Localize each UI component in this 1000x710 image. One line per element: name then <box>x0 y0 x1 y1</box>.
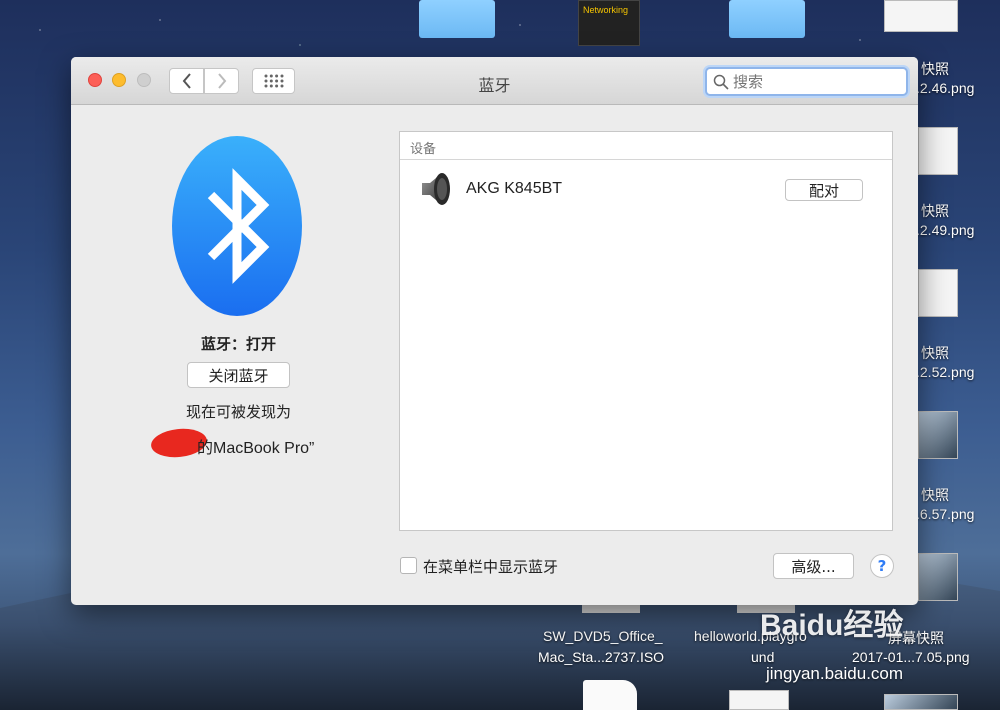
desktop-file-label: .6.57.png <box>916 506 975 522</box>
pair-button[interactable]: 配对 <box>785 179 863 201</box>
discoverable-label: 现在可被发现为 <box>185 403 291 421</box>
desktop-screenshot-thumbnail[interactable] <box>918 127 958 175</box>
desktop-screenshot-thumbnail[interactable] <box>884 694 958 710</box>
desktop-screenshot-thumbnail[interactable] <box>729 690 789 710</box>
desktop-book-icon[interactable]: Networking <box>578 0 640 46</box>
desktop-file-label: Mac_Sta...2737.ISO <box>538 649 665 665</box>
desktop-folder-icon[interactable] <box>419 0 495 38</box>
bluetooth-status-label: 蓝牙：打开 <box>200 335 276 353</box>
desktop-screenshot-thumbnail[interactable] <box>918 269 958 317</box>
device-row[interactable]: AKG K845BT 配对 <box>400 170 892 210</box>
search-input[interactable] <box>733 72 903 91</box>
desktop-screenshot-thumbnail[interactable] <box>918 553 958 601</box>
show-in-menubar-checkbox[interactable] <box>400 557 417 574</box>
bluetooth-logo-icon <box>172 136 302 316</box>
search-icon <box>713 74 729 90</box>
desktop-file-label: und <box>751 649 775 665</box>
desktop-file-label: 快照 <box>921 345 949 361</box>
desktop-file-label: 快照 <box>921 487 949 503</box>
desktop-file-label: .2.46.png <box>916 80 975 96</box>
speaker-icon <box>422 173 450 205</box>
baidu-watermark: Baidu经验 <box>760 609 904 642</box>
search-field[interactable] <box>705 67 908 96</box>
desktop-file-label: .2.49.png <box>916 222 975 238</box>
advanced-button[interactable]: 高级... <box>773 553 854 579</box>
computer-name-label: 的MacBook Pro” <box>197 440 315 457</box>
bluetooth-preferences-window: 蓝牙 蓝牙：打开 关闭蓝牙 现在可被发现为 的MacBook Pro” 设备 <box>71 57 918 605</box>
turn-off-bluetooth-button[interactable]: 关闭蓝牙 <box>187 362 290 388</box>
desktop-file-label: 快照 <box>921 61 949 77</box>
book-title: Networking <box>583 5 629 15</box>
device-name: AKG K845BT <box>466 180 563 197</box>
desktop-disk-image-icon[interactable] <box>582 605 640 613</box>
desktop-file-label: 2017-01...7.05.png <box>852 649 970 665</box>
desktop-screenshot-thumbnail[interactable] <box>884 0 958 32</box>
devices-list: 设备 AKG K845BT 配对 <box>399 131 893 531</box>
baidu-watermark-url: jingyan.baidu.com <box>766 664 904 683</box>
desktop-file-label: 快照 <box>921 203 949 219</box>
desktop-document-icon[interactable] <box>583 680 637 710</box>
devices-list-header: 设备 <box>400 132 892 160</box>
window-titlebar: 蓝牙 <box>71 57 918 105</box>
show-in-menubar-label[interactable]: 在菜单栏中显示蓝牙 <box>423 556 558 577</box>
help-button[interactable]: ? <box>870 554 894 578</box>
desktop-folder-icon[interactable] <box>729 0 805 38</box>
desktop-file-label: .2.52.png <box>916 364 975 380</box>
desktop-file-label: SW_DVD5_Office_ <box>543 628 663 644</box>
desktop-screenshot-thumbnail[interactable] <box>918 411 958 459</box>
